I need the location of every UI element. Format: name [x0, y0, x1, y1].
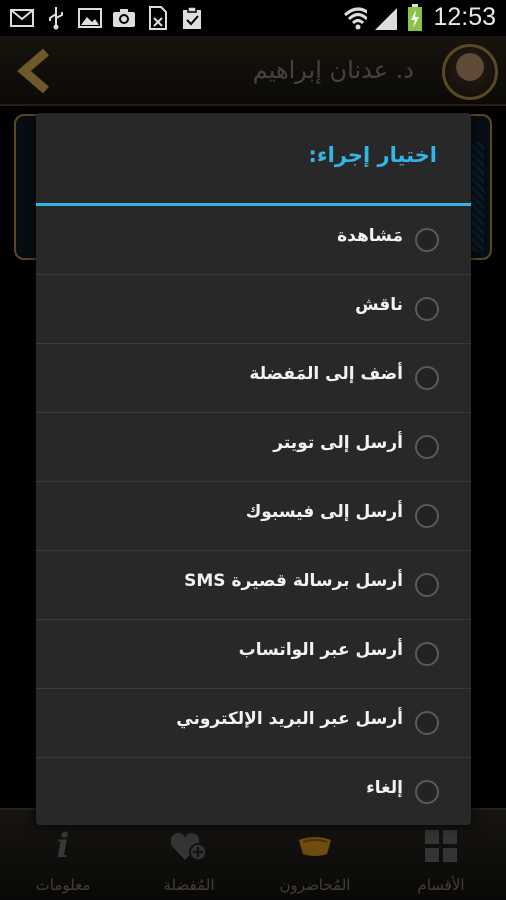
option-label: أرسل إلى فيسبوك	[245, 502, 403, 522]
notification-icons	[10, 6, 204, 30]
option-cancel[interactable]: إلغاء	[36, 758, 471, 825]
option-label: أرسل عبر الواتساب	[238, 640, 403, 660]
wifi-icon	[343, 6, 368, 30]
radio-button[interactable]	[415, 228, 439, 252]
signal-icon	[373, 6, 398, 30]
option-label: أرسل عبر البريد الإلكتروني	[176, 709, 403, 729]
system-icons: 12:53	[343, 3, 496, 32]
option-discuss[interactable]: ناقش	[36, 275, 471, 344]
option-label: أرسل برسالة قصيرة SMS	[184, 571, 403, 591]
option-label: مَشاهدة	[337, 226, 403, 246]
option-watch[interactable]: مَشاهدة	[36, 206, 471, 275]
option-send-twitter[interactable]: أرسل إلى تويتر	[36, 413, 471, 482]
clipboard-icon	[180, 6, 204, 30]
option-send-facebook[interactable]: أرسل إلى فيسبوك	[36, 482, 471, 551]
option-send-whatsapp[interactable]: أرسل عبر الواتساب	[36, 620, 471, 689]
clock: 12:53	[433, 3, 496, 31]
mail-icon	[10, 6, 34, 30]
radio-button[interactable]	[415, 297, 439, 321]
radio-button[interactable]	[415, 711, 439, 735]
usb-icon	[44, 6, 68, 30]
radio-button[interactable]	[415, 366, 439, 390]
radio-button[interactable]	[415, 780, 439, 804]
battery-charging-icon	[403, 3, 427, 31]
radio-button[interactable]	[415, 573, 439, 597]
option-send-sms[interactable]: أرسل برسالة قصيرة SMS	[36, 551, 471, 620]
gallery-icon	[78, 6, 102, 30]
radio-button[interactable]	[415, 504, 439, 528]
option-label: أرسل إلى تويتر	[273, 433, 403, 453]
action-dialog: اختيار إجراء: مَشاهدة ناقش أضف إلى المَف…	[36, 113, 471, 825]
radio-button[interactable]	[415, 435, 439, 459]
radio-button[interactable]	[415, 642, 439, 666]
option-label: أضف إلى المَفضلة	[249, 364, 403, 384]
option-send-email[interactable]: أرسل عبر البريد الإلكتروني	[36, 689, 471, 758]
file-icon	[146, 6, 170, 30]
option-add-favorite[interactable]: أضف إلى المَفضلة	[36, 344, 471, 413]
status-bar: 12:53	[0, 0, 506, 36]
camera-icon	[112, 6, 136, 30]
dialog-title: اختيار إجراء:	[308, 143, 438, 167]
option-label: ناقش	[355, 295, 403, 315]
option-label: إلغاء	[366, 778, 403, 798]
